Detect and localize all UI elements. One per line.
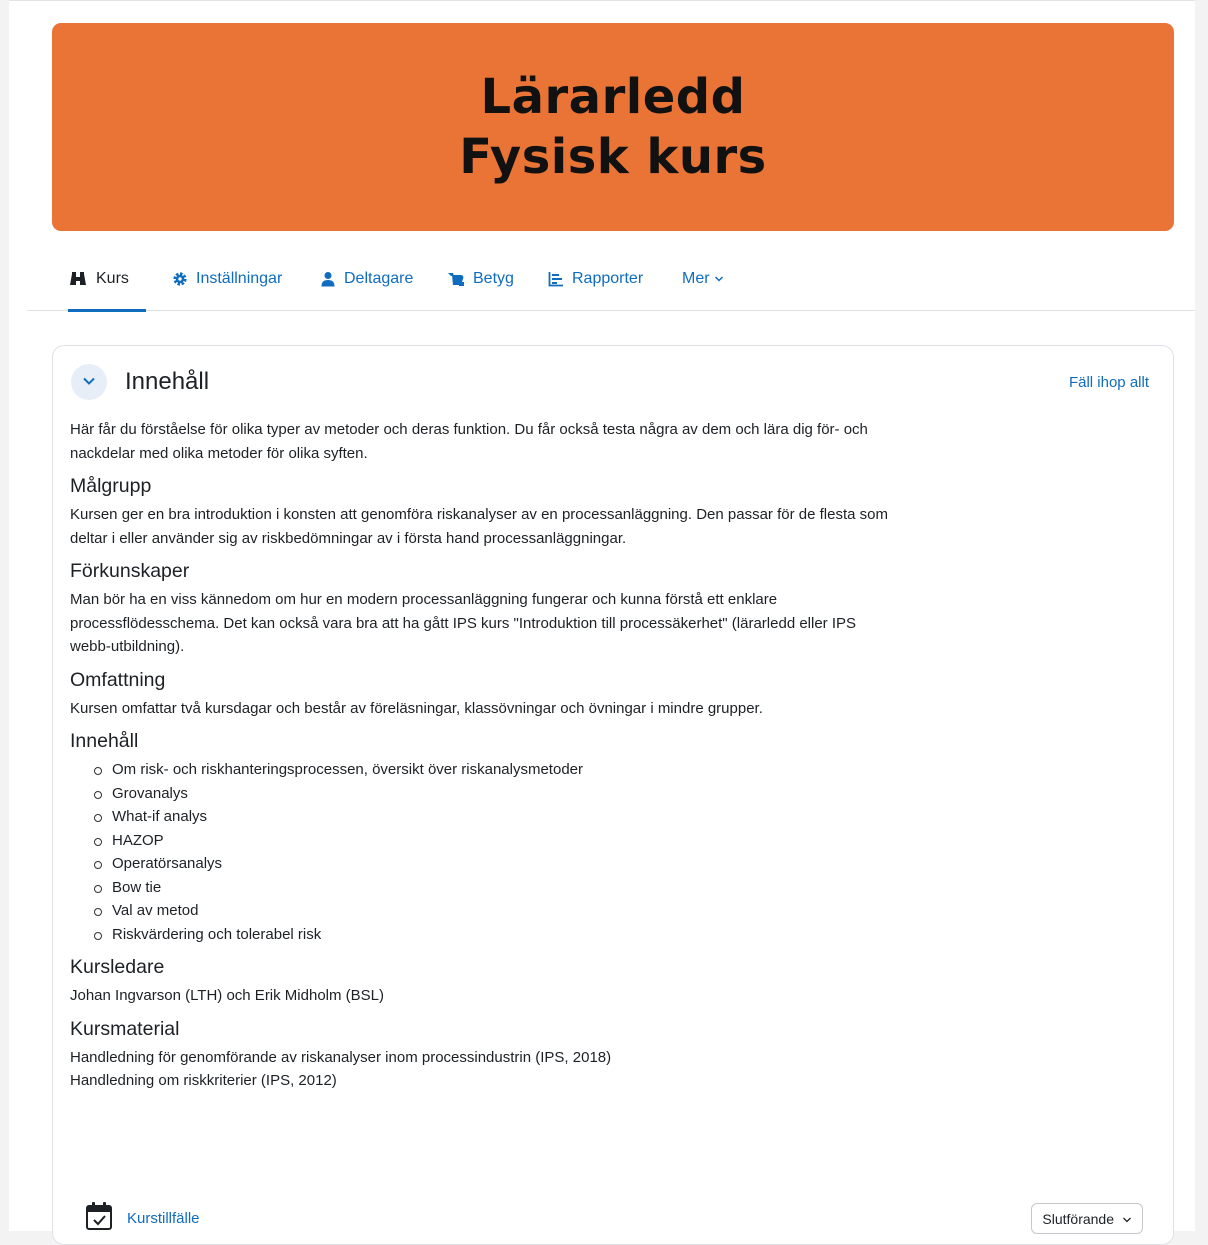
tab-rapporter-label: Rapporter <box>572 270 644 287</box>
forkunskaper-text: Man bör ha en viss kännedom om hur en mo… <box>70 591 857 655</box>
gear-icon <box>172 271 188 287</box>
course-banner: Lärarledd Fysisk kurs <box>52 23 1174 231</box>
page: Lärarledd Fysisk kurs Kurs Inställningar… <box>9 0 1195 1245</box>
collapse-all-link[interactable]: Fäll ihop allt <box>1069 374 1149 391</box>
omfattning-heading: Omfattning <box>70 668 166 691</box>
tab-betyg[interactable]: Betyg <box>447 247 514 311</box>
activity-kurstillfalle: Kurstillfälle <box>85 1201 200 1235</box>
chevron-down-icon <box>714 275 724 283</box>
reports-icon <box>548 271 564 287</box>
malgrupp-text: Kursen ger en bra introduktion i konsten… <box>70 506 888 547</box>
tab-mer[interactable]: Mer <box>682 247 724 311</box>
tab-kurs-label: Kurs <box>96 270 129 287</box>
kursmaterial-line-1: Handledning för genomförande av riskanal… <box>70 1048 612 1066</box>
list-item: Bow tie <box>94 876 890 900</box>
grades-icon <box>447 271 465 287</box>
user-icon <box>320 271 336 287</box>
list-item: Riskvärdering och tolerabel risk <box>94 923 890 947</box>
chevron-down-icon <box>1122 1211 1132 1227</box>
section-collapse-button[interactable] <box>71 364 107 400</box>
kursledare-text: Johan Ingvarson (LTH) och Erik Midholm (… <box>70 987 385 1004</box>
list-item: Operatörsanalys <box>94 852 890 876</box>
calendar-check-icon <box>85 1201 113 1236</box>
list-item: HAZOP <box>94 829 890 853</box>
banner-title-line-2: Fysisk kurs <box>459 129 767 185</box>
list-item: Val av metod <box>94 899 890 923</box>
kursmaterial-line-2: Handledning om riskkriterier (IPS, 2012) <box>70 1072 337 1089</box>
section-title: Innehåll <box>125 368 210 395</box>
list-item: What-if analys <box>94 805 890 829</box>
malgrupp-heading: Målgrupp <box>70 475 152 497</box>
tab-deltagare-label: Deltagare <box>344 270 414 287</box>
tab-deltagare[interactable]: Deltagare <box>320 247 413 311</box>
list-item: Grovanalys <box>94 782 890 806</box>
banner-title-line-1: Lärarledd <box>480 69 746 125</box>
tab-kurs[interactable]: Kurs <box>68 247 146 312</box>
omfattning-text: Kursen omfattar två kursdagar och består… <box>70 699 763 717</box>
intro-text: Här får du förståelse för olika typer av… <box>70 421 868 462</box>
course-nav: Kurs Inställningar Deltagare Betyg Rappo <box>27 247 1195 312</box>
tab-rapporter[interactable]: Rapporter <box>548 247 643 311</box>
innehall-heading: Innehåll <box>70 730 139 752</box>
completion-dropdown[interactable]: Slutförande <box>1031 1203 1143 1234</box>
tab-installningar-label: Inställningar <box>196 270 283 287</box>
tab-betyg-label: Betyg <box>473 270 514 287</box>
innehall-list: Om risk- och riskhanteringsprocessen, öv… <box>70 758 890 946</box>
tab-installningar[interactable]: Inställningar <box>172 247 282 311</box>
activity-link[interactable]: Kurstillfälle <box>127 1210 200 1227</box>
section-summary: Här får du förståelse för olika typer av… <box>70 418 890 1093</box>
section-card: Innehåll Fäll ihop allt Här får du först… <box>52 345 1174 1245</box>
chevron-down-icon <box>82 373 96 391</box>
forkunskaper-heading: Förkunskaper <box>70 560 190 582</box>
kursmaterial-heading: Kursmaterial <box>70 1017 180 1040</box>
completion-label: Slutförande <box>1042 1210 1114 1227</box>
tab-mer-label: Mer <box>682 270 710 287</box>
list-item: Om risk- och riskhanteringsprocessen, öv… <box>94 758 890 782</box>
kursledare-heading: Kursledare <box>70 956 165 978</box>
course-icon <box>68 271 88 287</box>
